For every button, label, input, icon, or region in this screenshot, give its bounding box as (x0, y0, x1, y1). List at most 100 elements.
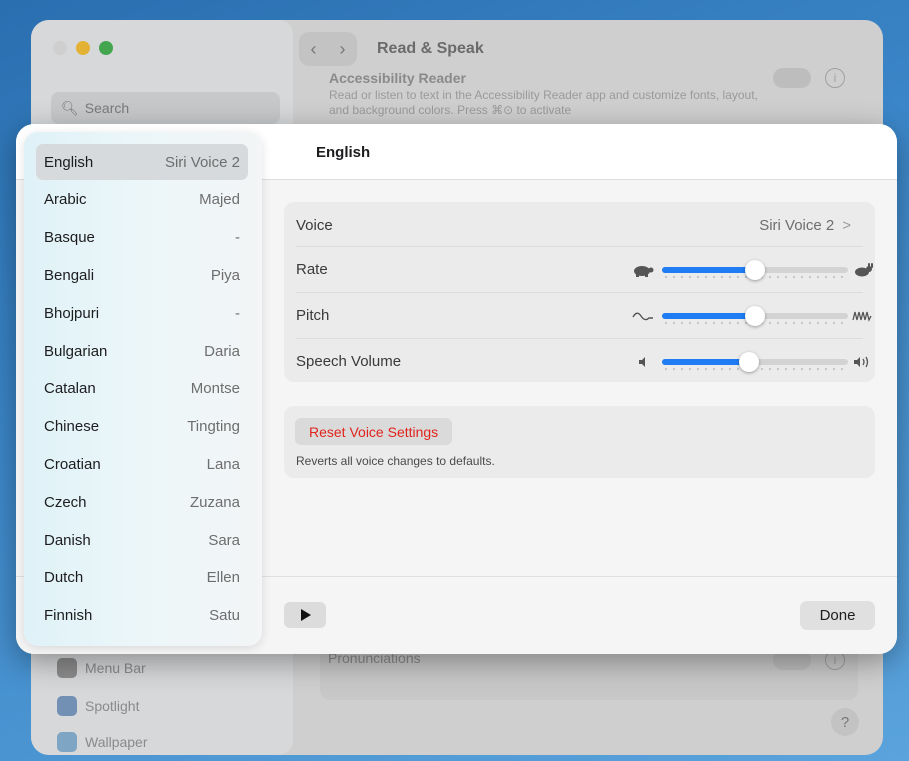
rate-knob[interactable] (745, 259, 765, 280)
accessibility-reader-toggle[interactable] (773, 68, 811, 88)
speaker-high-icon (850, 352, 876, 372)
reset-settings-card: Reset Voice Settings Reverts all voice c… (284, 406, 875, 478)
language-row[interactable]: English Siri Voice 2 (36, 144, 248, 180)
language-row[interactable]: Catalan Montse (36, 371, 248, 407)
language-row[interactable]: Arabic Majed (36, 182, 248, 218)
info-icon[interactable]: i (825, 68, 845, 88)
back-icon[interactable]: ‹ (311, 39, 317, 60)
accessibility-reader-title: Accessibility Reader (329, 70, 466, 86)
language-name: Bulgarian (44, 342, 108, 360)
speaker-low-icon (630, 352, 656, 372)
language-row[interactable]: Croatian Lana (36, 446, 248, 482)
rate-row: Rate (296, 246, 873, 292)
accessibility-reader-description: Read or listen to text in the Accessibil… (329, 88, 758, 117)
language-voice: Siri Voice 2 (164, 153, 240, 171)
voice-settings-sheet: English Voice Siri Voice 2 > Rate Pitch … (16, 124, 897, 654)
rate-slider[interactable] (630, 258, 873, 282)
language-name: Bengali (44, 266, 95, 284)
search-placeholder: Search (84, 100, 130, 116)
zoom-window-button[interactable] (99, 41, 113, 55)
language-voice: Daria (204, 342, 240, 360)
sidebar-item-label: Spotlight (85, 698, 140, 714)
sidebar-item-menu-bar[interactable]: Menu Bar (57, 658, 146, 678)
language-name: Basque (44, 229, 95, 247)
wallpaper-icon (57, 732, 77, 752)
language-voice: Lana (206, 455, 240, 473)
menu-bar-icon (57, 658, 77, 678)
search-field[interactable]: 🔍︎ Search (51, 92, 280, 124)
sidebar-item-spotlight[interactable]: Spotlight (57, 696, 139, 716)
volume-knob[interactable] (739, 351, 760, 372)
play-button[interactable] (284, 602, 326, 628)
language-name: Czech (44, 493, 87, 511)
language-row[interactable]: Bulgarian Daria (36, 333, 248, 369)
language-list: English Siri Voice 2 Arabic Majed Basque - Ben… (24, 132, 262, 646)
language-voice: Tingting (187, 418, 240, 436)
volume-slider[interactable] (630, 350, 869, 374)
reset-voice-settings-button[interactable]: Reset Voice Settings (295, 418, 453, 445)
language-voice: Piya (210, 266, 240, 284)
voice-value[interactable]: Siri Voice 2 > (759, 217, 851, 234)
reset-description: Reverts all voice changes to defaults. (296, 454, 495, 468)
language-voice: Ellen (206, 569, 240, 587)
pitch-row: Pitch (296, 292, 872, 338)
play-icon (301, 609, 311, 621)
turtle-icon (630, 260, 656, 280)
sidebar-item-wallpaper[interactable]: Wallpaper (57, 732, 148, 752)
language-row[interactable]: Bhojpuri - (36, 295, 248, 331)
language-name: Catalan (44, 380, 96, 398)
language-voice: Satu (209, 607, 240, 625)
language-name: Chinese (44, 418, 100, 436)
language-voice: - (235, 229, 240, 247)
language-row[interactable]: Czech Zuzana (36, 484, 248, 520)
volume-track (662, 351, 848, 372)
language-name: Finnish (44, 607, 93, 625)
rate-label: Rate (296, 261, 328, 278)
close-window-button[interactable] (53, 41, 67, 55)
language-row[interactable]: Basque - (36, 220, 248, 256)
pitch-fill (662, 312, 755, 319)
forward-icon[interactable]: › (340, 39, 346, 60)
language-voice: Montse (190, 380, 240, 398)
language-voice: Zuzana (189, 493, 240, 511)
pitch-knob[interactable] (745, 305, 765, 326)
language-name: English (44, 153, 94, 171)
pitch-slider[interactable] (630, 304, 872, 328)
sidebar-item-label: Menu Bar (85, 660, 146, 676)
language-row[interactable]: Finnish Satu (36, 598, 248, 634)
high-wave-icon (850, 306, 876, 326)
low-wave-icon (630, 306, 656, 326)
language-name: Arabic (44, 191, 87, 209)
search-icon: 🔍︎ (61, 99, 79, 116)
spotlight-icon (57, 696, 77, 716)
language-row[interactable]: Chinese Tingting (36, 409, 248, 445)
language-voice: - (235, 304, 240, 322)
navigation-buttons[interactable]: ‹ › (299, 32, 357, 66)
volume-fill (662, 358, 750, 365)
language-row[interactable]: Dutch Ellen (36, 560, 248, 596)
language-voice: Sara (208, 531, 240, 549)
voice-row[interactable]: Voice Siri Voice 2 > (296, 202, 863, 248)
rabbit-icon (850, 260, 876, 280)
page-title: Read & Speak (377, 40, 484, 57)
language-row[interactable]: Bengali Piya (36, 257, 248, 293)
voice-label: Voice (296, 216, 333, 234)
language-name: Dutch (44, 569, 84, 587)
language-voice: Majed (199, 191, 240, 209)
voice-value-text: Siri Voice 2 (759, 216, 835, 234)
chevron-right-icon: > (842, 216, 851, 234)
language-row[interactable]: Danish Sara (36, 522, 248, 558)
help-button[interactable]: ? (831, 708, 859, 736)
done-button[interactable]: Done (800, 601, 875, 630)
sidebar-item-label: Wallpaper (85, 734, 148, 750)
voice-settings-card: Voice Siri Voice 2 > Rate Pitch Speech V… (284, 202, 875, 382)
volume-row: Speech Volume (296, 338, 869, 384)
pitch-track (662, 305, 848, 326)
pitch-label: Pitch (296, 307, 330, 324)
language-name: Bhojpuri (44, 304, 100, 322)
minimize-window-button[interactable] (76, 41, 90, 55)
accessibility-reader-setting: Accessibility Reader Read or listen to t… (329, 70, 759, 118)
rate-track (662, 259, 848, 280)
language-name: Danish (44, 531, 91, 549)
sheet-title: English (316, 144, 371, 161)
